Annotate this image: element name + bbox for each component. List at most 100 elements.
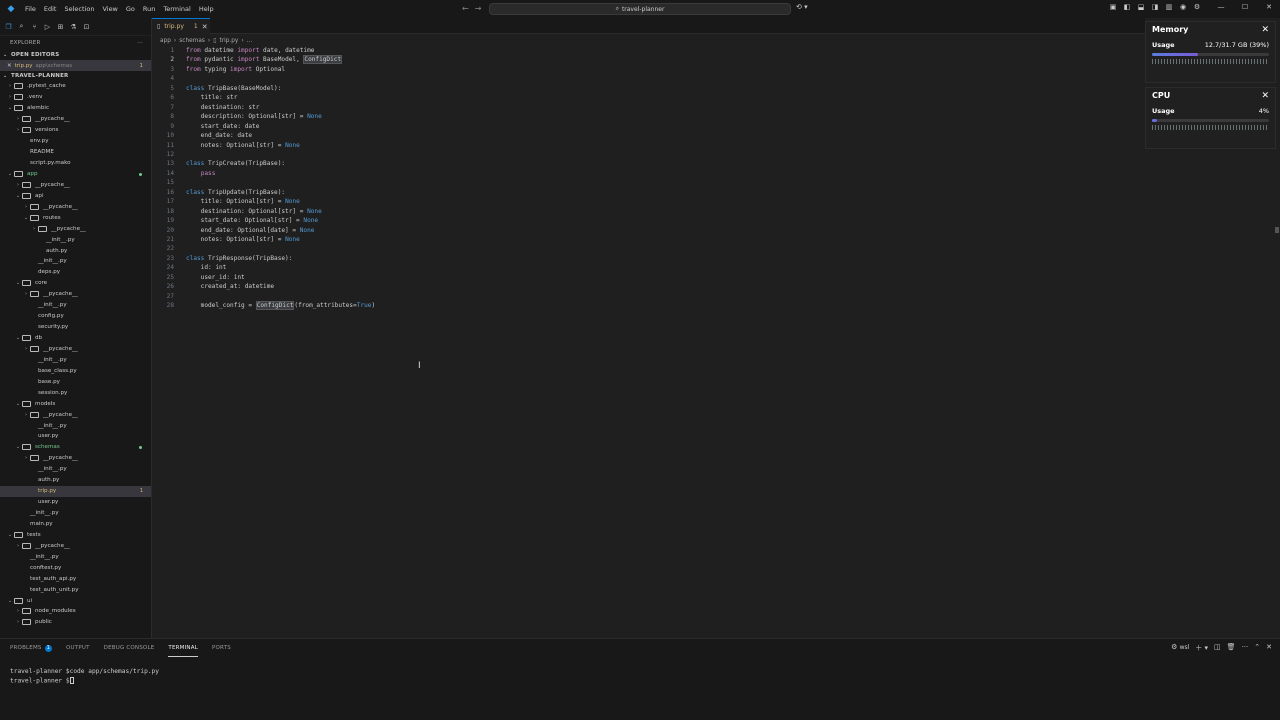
tree-folder[interactable]: ⌄ ui: [0, 595, 151, 606]
tab-output[interactable]: OUTPUT: [66, 639, 90, 657]
code-line[interactable]: 20 end_date: Optional[date] = None: [152, 226, 1142, 236]
tree-file[interactable]: env.py: [0, 136, 151, 147]
tree-folder[interactable]: › __pycache__: [0, 223, 151, 234]
tree-folder[interactable]: › __pycache__: [0, 114, 151, 125]
code-line[interactable]: 9 start_date: date: [152, 122, 1142, 132]
code-line[interactable]: 12: [152, 150, 1142, 160]
close-panel-icon[interactable]: ✕: [1266, 643, 1272, 653]
tree-file[interactable]: __init__.py: [0, 234, 151, 245]
minimize-icon[interactable]: —: [1216, 3, 1226, 11]
source-control-icon[interactable]: ⑂: [30, 23, 39, 31]
code-line[interactable]: 22: [152, 244, 1142, 254]
more-actions-icon[interactable]: ···: [1242, 643, 1249, 653]
code-line[interactable]: 16 class TripUpdate(TripBase):: [152, 188, 1142, 198]
tab-trip-py[interactable]: ▯ trip.py 1 ✕: [152, 18, 210, 34]
maximize-icon[interactable]: ☐: [1240, 3, 1250, 11]
copilot-icon[interactable]: ⟲ ▾: [796, 3, 808, 11]
close-icon[interactable]: ✕: [1261, 91, 1269, 101]
tree-file[interactable]: auth.py: [0, 245, 151, 256]
code-line[interactable]: 5 class TripBase(BaseModel):: [152, 84, 1142, 94]
tree-file[interactable]: security.py: [0, 322, 151, 333]
tree-file[interactable]: __init__.py: [0, 464, 151, 475]
tree-folder[interactable]: ⌄ schemas: [0, 442, 151, 453]
close-window-icon[interactable]: ✕: [1264, 3, 1274, 11]
menu-selection[interactable]: Selection: [60, 5, 98, 13]
accounts-icon[interactable]: ◉: [1178, 3, 1188, 11]
tree-file[interactable]: session.py: [0, 387, 151, 398]
maximize-panel-icon[interactable]: ⌃: [1254, 643, 1260, 653]
tree-file[interactable]: README: [0, 147, 151, 158]
close-tab-icon[interactable]: ✕: [202, 23, 208, 31]
code-line[interactable]: 25 user_id: int: [152, 273, 1142, 283]
tab-ports[interactable]: PORTS: [212, 639, 231, 657]
code-line[interactable]: 14 pass: [152, 169, 1142, 179]
menu-edit[interactable]: Edit: [40, 5, 61, 13]
tree-folder[interactable]: ⌄ app: [0, 169, 151, 180]
code-line[interactable]: 28 model_config = ConfigDict(from_attrib…: [152, 301, 1142, 311]
breadcrumb-file[interactable]: trip.py: [219, 38, 238, 44]
project-header[interactable]: ⌄ TRAVEL-PLANNER: [0, 71, 151, 81]
menu-run[interactable]: Run: [139, 5, 159, 13]
tree-file[interactable]: conftest.py: [0, 562, 151, 573]
tree-folder[interactable]: › __pycache__: [0, 453, 151, 464]
tree-file[interactable]: test_auth_unit.py: [0, 584, 151, 595]
code-line[interactable]: 11 notes: Optional[str] = None: [152, 141, 1142, 151]
open-editors-header[interactable]: ⌄ OPEN EDITORS: [0, 50, 151, 60]
tree-file[interactable]: deps.py: [0, 267, 151, 278]
code-line[interactable]: 10 end_date: date: [152, 131, 1142, 141]
tree-file[interactable]: user.py: [0, 431, 151, 442]
tree-folder[interactable]: › public: [0, 617, 151, 628]
tree-file[interactable]: script.py.mako: [0, 158, 151, 169]
tree-file[interactable]: auth.py: [0, 475, 151, 486]
menu-terminal[interactable]: Terminal: [159, 5, 194, 13]
open-editor-item[interactable]: ✕ trip.py app\schemas 1: [0, 60, 151, 71]
tree-file[interactable]: __init__.py: [0, 508, 151, 519]
tree-file[interactable]: __init__.py: [0, 256, 151, 267]
explorer-icon[interactable]: ❐: [4, 23, 13, 31]
tab-terminal[interactable]: TERMINAL: [168, 639, 198, 657]
testing-icon[interactable]: ⚗: [69, 23, 78, 31]
breadcrumb-symbol[interactable]: ...: [247, 38, 253, 44]
close-icon[interactable]: ✕: [1261, 25, 1269, 35]
code-line[interactable]: 24 id: int: [152, 263, 1142, 273]
tree-folder[interactable]: › .pytest_cache: [0, 81, 151, 92]
code-line[interactable]: 6 title: str: [152, 93, 1142, 103]
forward-arrow-icon[interactable]: →: [475, 4, 488, 13]
code-line[interactable]: 19 start_date: Optional[str] = None: [152, 216, 1142, 226]
toggle-panel-icon[interactable]: ⬓: [1136, 3, 1146, 11]
run-debug-icon[interactable]: ▷: [43, 23, 52, 31]
tree-folder[interactable]: › __pycache__: [0, 409, 151, 420]
code-line[interactable]: 2 from pydantic import BaseModel, ConfigD…: [152, 55, 1142, 65]
search-icon[interactable]: ⌕: [17, 22, 26, 31]
tree-folder[interactable]: ⌄ models: [0, 398, 151, 409]
code-line[interactable]: 8 description: Optional[str] = None: [152, 112, 1142, 122]
tree-file[interactable]: __init__.py: [0, 354, 151, 365]
tree-file[interactable]: __init__.py: [0, 300, 151, 311]
tree-folder[interactable]: ⌄ db: [0, 333, 151, 344]
code-line[interactable]: 13 class TripCreate(TripBase):: [152, 159, 1142, 169]
tree-file[interactable]: __init__.py: [0, 551, 151, 562]
tab-problems[interactable]: PROBLEMS 1: [10, 639, 53, 657]
tree-folder[interactable]: › node_modules: [0, 606, 151, 617]
menu-file[interactable]: File: [21, 5, 40, 13]
settings-gear-icon[interactable]: ⚙: [1192, 3, 1202, 11]
toggle-secondary-sidebar-icon[interactable]: ◨: [1150, 3, 1160, 11]
tree-file[interactable]: base.py: [0, 376, 151, 387]
back-arrow-icon[interactable]: ←: [462, 4, 475, 13]
menu-help[interactable]: Help: [195, 5, 218, 13]
code-line[interactable]: 26 created_at: datetime: [152, 282, 1142, 292]
tab-debug-console[interactable]: DEBUG CONSOLE: [104, 639, 155, 657]
more-actions-icon[interactable]: ···: [137, 40, 143, 46]
code-line[interactable]: 21 notes: Optional[str] = None: [152, 235, 1142, 245]
code-line[interactable]: 3 from typing import Optional: [152, 65, 1142, 75]
code-line[interactable]: 4: [152, 74, 1142, 84]
tree-folder[interactable]: ⌄ routes: [0, 212, 151, 223]
tree-folder[interactable]: ⌄ core: [0, 278, 151, 289]
menu-go[interactable]: Go: [122, 5, 139, 13]
code-line[interactable]: 15: [152, 178, 1142, 188]
code-line[interactable]: 7 destination: str: [152, 103, 1142, 113]
tree-folder[interactable]: › __pycache__: [0, 289, 151, 300]
remote-explorer-icon[interactable]: ⊡: [82, 23, 91, 31]
breadcrumb-schemas[interactable]: schemas: [179, 38, 205, 44]
code-editor[interactable]: 1 from datetime import date, datetime 2 fro…: [152, 46, 1145, 636]
